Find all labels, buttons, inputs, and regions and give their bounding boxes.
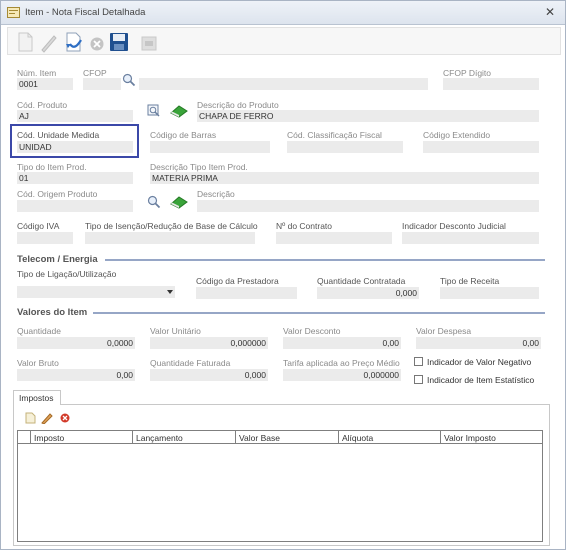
cod-unidade-medida-field[interactable]: UNIDAD	[17, 141, 133, 153]
codigo-prestadora-label: Código da Prestadora	[196, 276, 279, 286]
tarifa-label: Tarifa aplicada ao Preço Médio	[283, 358, 400, 368]
tipo-ligacao-label: Tipo de Ligação/Utilização	[17, 269, 117, 279]
num-contrato-label: Nº do Contrato	[276, 221, 333, 231]
col-aliquota[interactable]: Alíquota	[338, 431, 440, 444]
impostos-toolbar	[15, 410, 548, 426]
tab-impostos[interactable]: Impostos	[13, 390, 61, 405]
col-imposto[interactable]: Imposto	[30, 431, 132, 444]
edit-imposto-icon[interactable]	[41, 412, 53, 424]
quantidade-contratada-field[interactable]: 0,000	[317, 287, 419, 299]
desc-tipo-item-prod-field: MATERIA PRIMA	[150, 172, 539, 184]
desc-tipo-item-prod-label: Descrição Tipo Item Prod.	[150, 162, 248, 172]
codigo-barras-field[interactable]	[150, 141, 270, 153]
tarifa-field[interactable]: 0,000000	[283, 369, 401, 381]
item-form: Núm. Item 0001 CFOP CFOP Dígito Cód. Pro…	[1, 1, 566, 550]
descricao-produto-label: Descrição do Produto	[197, 100, 279, 110]
tipo-isencao-label: Tipo de Isenção/Redução de Base de Cálcu…	[85, 221, 258, 231]
valores-section-title: Valores do Item	[17, 307, 88, 318]
tipo-item-prod-field[interactable]: 01	[17, 172, 133, 184]
telecom-section-title: Telecom / Energia	[17, 254, 98, 265]
cfop-label: CFOP	[83, 68, 107, 78]
indicador-item-estatistico-label: Indicador de Item Estatístico	[427, 375, 535, 385]
descricao-produto-field[interactable]: CHAPA DE FERRO	[197, 110, 539, 122]
cfop-description-field	[139, 78, 428, 90]
cod-produto-label: Cód. Produto	[17, 100, 68, 110]
codigo-iva-field[interactable]	[17, 232, 73, 244]
lookup-icon[interactable]	[147, 104, 161, 118]
cod-class-fiscal-field[interactable]	[287, 141, 403, 153]
col-lancamento[interactable]: Lançamento	[132, 431, 235, 444]
col-valor-imposto[interactable]: Valor Imposto	[440, 431, 542, 444]
num-contrato-field[interactable]	[276, 232, 392, 244]
new-imposto-icon[interactable]	[25, 412, 36, 424]
impostos-grid: Imposto Lançamento Valor Base Alíquota V…	[17, 430, 543, 542]
valor-desconto-field[interactable]: 0,00	[283, 337, 401, 349]
tipo-receita-field[interactable]	[440, 287, 539, 299]
chevron-down-icon[interactable]	[167, 290, 173, 294]
indicador-valor-negativo-checkbox[interactable]	[414, 357, 423, 366]
quantidade-faturada-label: Quantidade Faturada	[150, 358, 231, 368]
valor-bruto-field: 0,00	[17, 369, 135, 381]
telecom-section-divider	[105, 259, 545, 261]
descricao-label: Descrição	[197, 189, 235, 199]
eraser-origem-icon[interactable]	[169, 195, 189, 209]
delete-imposto-icon[interactable]	[60, 413, 70, 423]
cod-origem-produto-field[interactable]	[17, 200, 133, 212]
valor-despesa-field[interactable]: 0,00	[416, 337, 541, 349]
valor-bruto-label: Valor Bruto	[17, 358, 59, 368]
col-valor-base[interactable]: Valor Base	[235, 431, 338, 444]
cod-produto-field[interactable]: AJ	[17, 110, 133, 122]
quantidade-contratada-label: Quantidade Contratada	[317, 276, 406, 286]
valor-despesa-label: Valor Despesa	[416, 326, 472, 336]
tipo-receita-label: Tipo de Receita	[440, 276, 500, 286]
search-origem-icon[interactable]	[147, 195, 161, 209]
codigo-barras-label: Código de Barras	[150, 130, 217, 140]
indicador-desconto-judicial-label: Indicador Desconto Judicial	[402, 221, 506, 231]
tipo-isencao-field[interactable]	[85, 232, 255, 244]
num-item-field[interactable]: 0001	[17, 78, 73, 90]
quantidade-faturada-field[interactable]: 0,000	[150, 369, 268, 381]
search-icon[interactable]	[122, 73, 136, 87]
cod-origem-produto-label: Cód. Origem Produto	[17, 189, 98, 199]
indicador-valor-negativo-label: Indicador de Valor Negativo	[427, 357, 532, 367]
quantidade-field[interactable]: 0,0000	[17, 337, 135, 349]
valor-unitario-label: Valor Unitário	[150, 326, 201, 336]
tipo-ligacao-select[interactable]	[17, 286, 175, 298]
quantidade-label: Quantidade	[17, 326, 61, 336]
codigo-extendido-label: Código Extendido	[423, 130, 491, 140]
cfop-field[interactable]	[83, 78, 121, 90]
valor-unitario-field[interactable]: 0,000000	[150, 337, 268, 349]
indicador-desconto-judicial-field[interactable]	[402, 232, 539, 244]
codigo-iva-label: Código IVA	[17, 221, 60, 231]
cfop-digito-field[interactable]	[443, 78, 539, 90]
codigo-prestadora-field[interactable]	[196, 287, 297, 299]
item-nota-fiscal-window: Item - Nota Fiscal Detalhada ✕ Núm. Item…	[0, 0, 566, 550]
indicador-item-estatistico-checkbox[interactable]	[414, 375, 423, 384]
row-selector-header	[18, 431, 30, 444]
descricao-field	[197, 200, 539, 212]
valor-desconto-label: Valor Desconto	[283, 326, 341, 336]
eraser-icon[interactable]	[169, 104, 189, 118]
cod-unidade-medida-label: Cód. Unidade Medida	[17, 130, 100, 140]
impostos-grid-header: Imposto Lançamento Valor Base Alíquota V…	[18, 431, 542, 444]
cfop-digito-label: CFOP Dígito	[443, 68, 492, 78]
valores-section-divider	[93, 312, 545, 314]
num-item-label: Núm. Item	[17, 68, 57, 78]
tipo-item-prod-label: Tipo do Item Prod.	[17, 162, 87, 172]
codigo-extendido-field[interactable]	[423, 141, 539, 153]
cod-class-fiscal-label: Cód. Classificação Fiscal	[287, 130, 382, 140]
